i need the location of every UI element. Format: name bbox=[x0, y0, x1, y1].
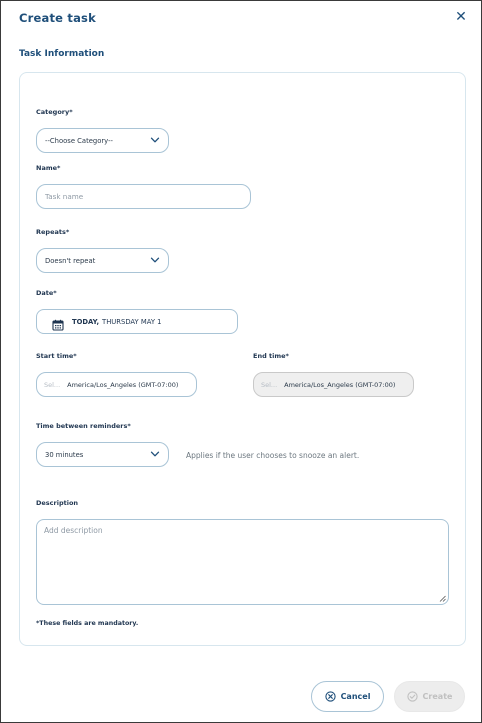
dialog-title: Create task bbox=[19, 11, 96, 25]
resize-grip-icon[interactable] bbox=[439, 595, 446, 602]
date-value: THURSDAY MAY 1 bbox=[102, 317, 162, 326]
description-label: Description bbox=[36, 499, 79, 507]
calendar-icon bbox=[52, 316, 64, 331]
reminders-hint: Applies if the user chooses to snooze an… bbox=[186, 451, 360, 460]
start-time-label: Start time* bbox=[36, 352, 77, 360]
repeats-label: Repeats* bbox=[36, 228, 70, 236]
end-time-timezone: America/Los_Angeles (GMT-07:00) bbox=[284, 380, 396, 389]
date-label: Date* bbox=[36, 289, 57, 297]
description-placeholder: Add description bbox=[44, 526, 103, 535]
task-name-placeholder: Task name bbox=[45, 192, 84, 201]
reminders-label: Time between reminders* bbox=[36, 422, 131, 430]
cancel-button[interactable]: Cancel bbox=[311, 681, 384, 712]
end-time-label: End time* bbox=[253, 352, 289, 360]
section-title: Task Information bbox=[19, 49, 105, 59]
task-name-input[interactable]: Task name bbox=[36, 184, 251, 209]
cancel-label: Cancel bbox=[340, 692, 371, 701]
close-icon[interactable]: ✕ bbox=[453, 8, 469, 26]
start-time-timezone: America/Los_Angeles (GMT-07:00) bbox=[67, 380, 179, 389]
category-value: --Choose Category-- bbox=[45, 136, 113, 145]
repeats-select[interactable]: Doesn't repeat bbox=[36, 248, 169, 273]
start-time-select-placeholder: Sel... bbox=[44, 380, 61, 389]
cancel-circle-icon bbox=[324, 691, 336, 702]
end-time-select-placeholder: Sel... bbox=[261, 380, 278, 389]
mandatory-note: *These fields are mandatory. bbox=[36, 620, 139, 627]
chevron-down-icon bbox=[150, 135, 160, 145]
create-button: Create bbox=[394, 681, 465, 712]
reminders-select[interactable]: 30 minutes bbox=[36, 442, 169, 467]
create-label: Create bbox=[422, 692, 453, 701]
reminders-value: 30 minutes bbox=[45, 450, 84, 459]
repeats-value: Doesn't repeat bbox=[45, 256, 96, 265]
date-picker[interactable]: TODAY, THURSDAY MAY 1 bbox=[36, 309, 238, 334]
end-time-field: Sel... America/Los_Angeles (GMT-07:00) bbox=[253, 372, 414, 397]
description-textarea[interactable]: Add description bbox=[36, 519, 449, 605]
check-circle-icon bbox=[406, 691, 418, 702]
start-time-field[interactable]: Sel... America/Los_Angeles (GMT-07:00) bbox=[36, 372, 197, 397]
chevron-down-icon bbox=[150, 449, 160, 459]
create-task-dialog: Create task ✕ Task Information Category*… bbox=[0, 0, 482, 723]
name-label: Name* bbox=[36, 164, 61, 172]
category-select[interactable]: --Choose Category-- bbox=[36, 128, 169, 153]
category-label: Category* bbox=[36, 108, 73, 116]
date-today-label: TODAY, bbox=[72, 317, 100, 326]
chevron-down-icon bbox=[150, 255, 160, 265]
